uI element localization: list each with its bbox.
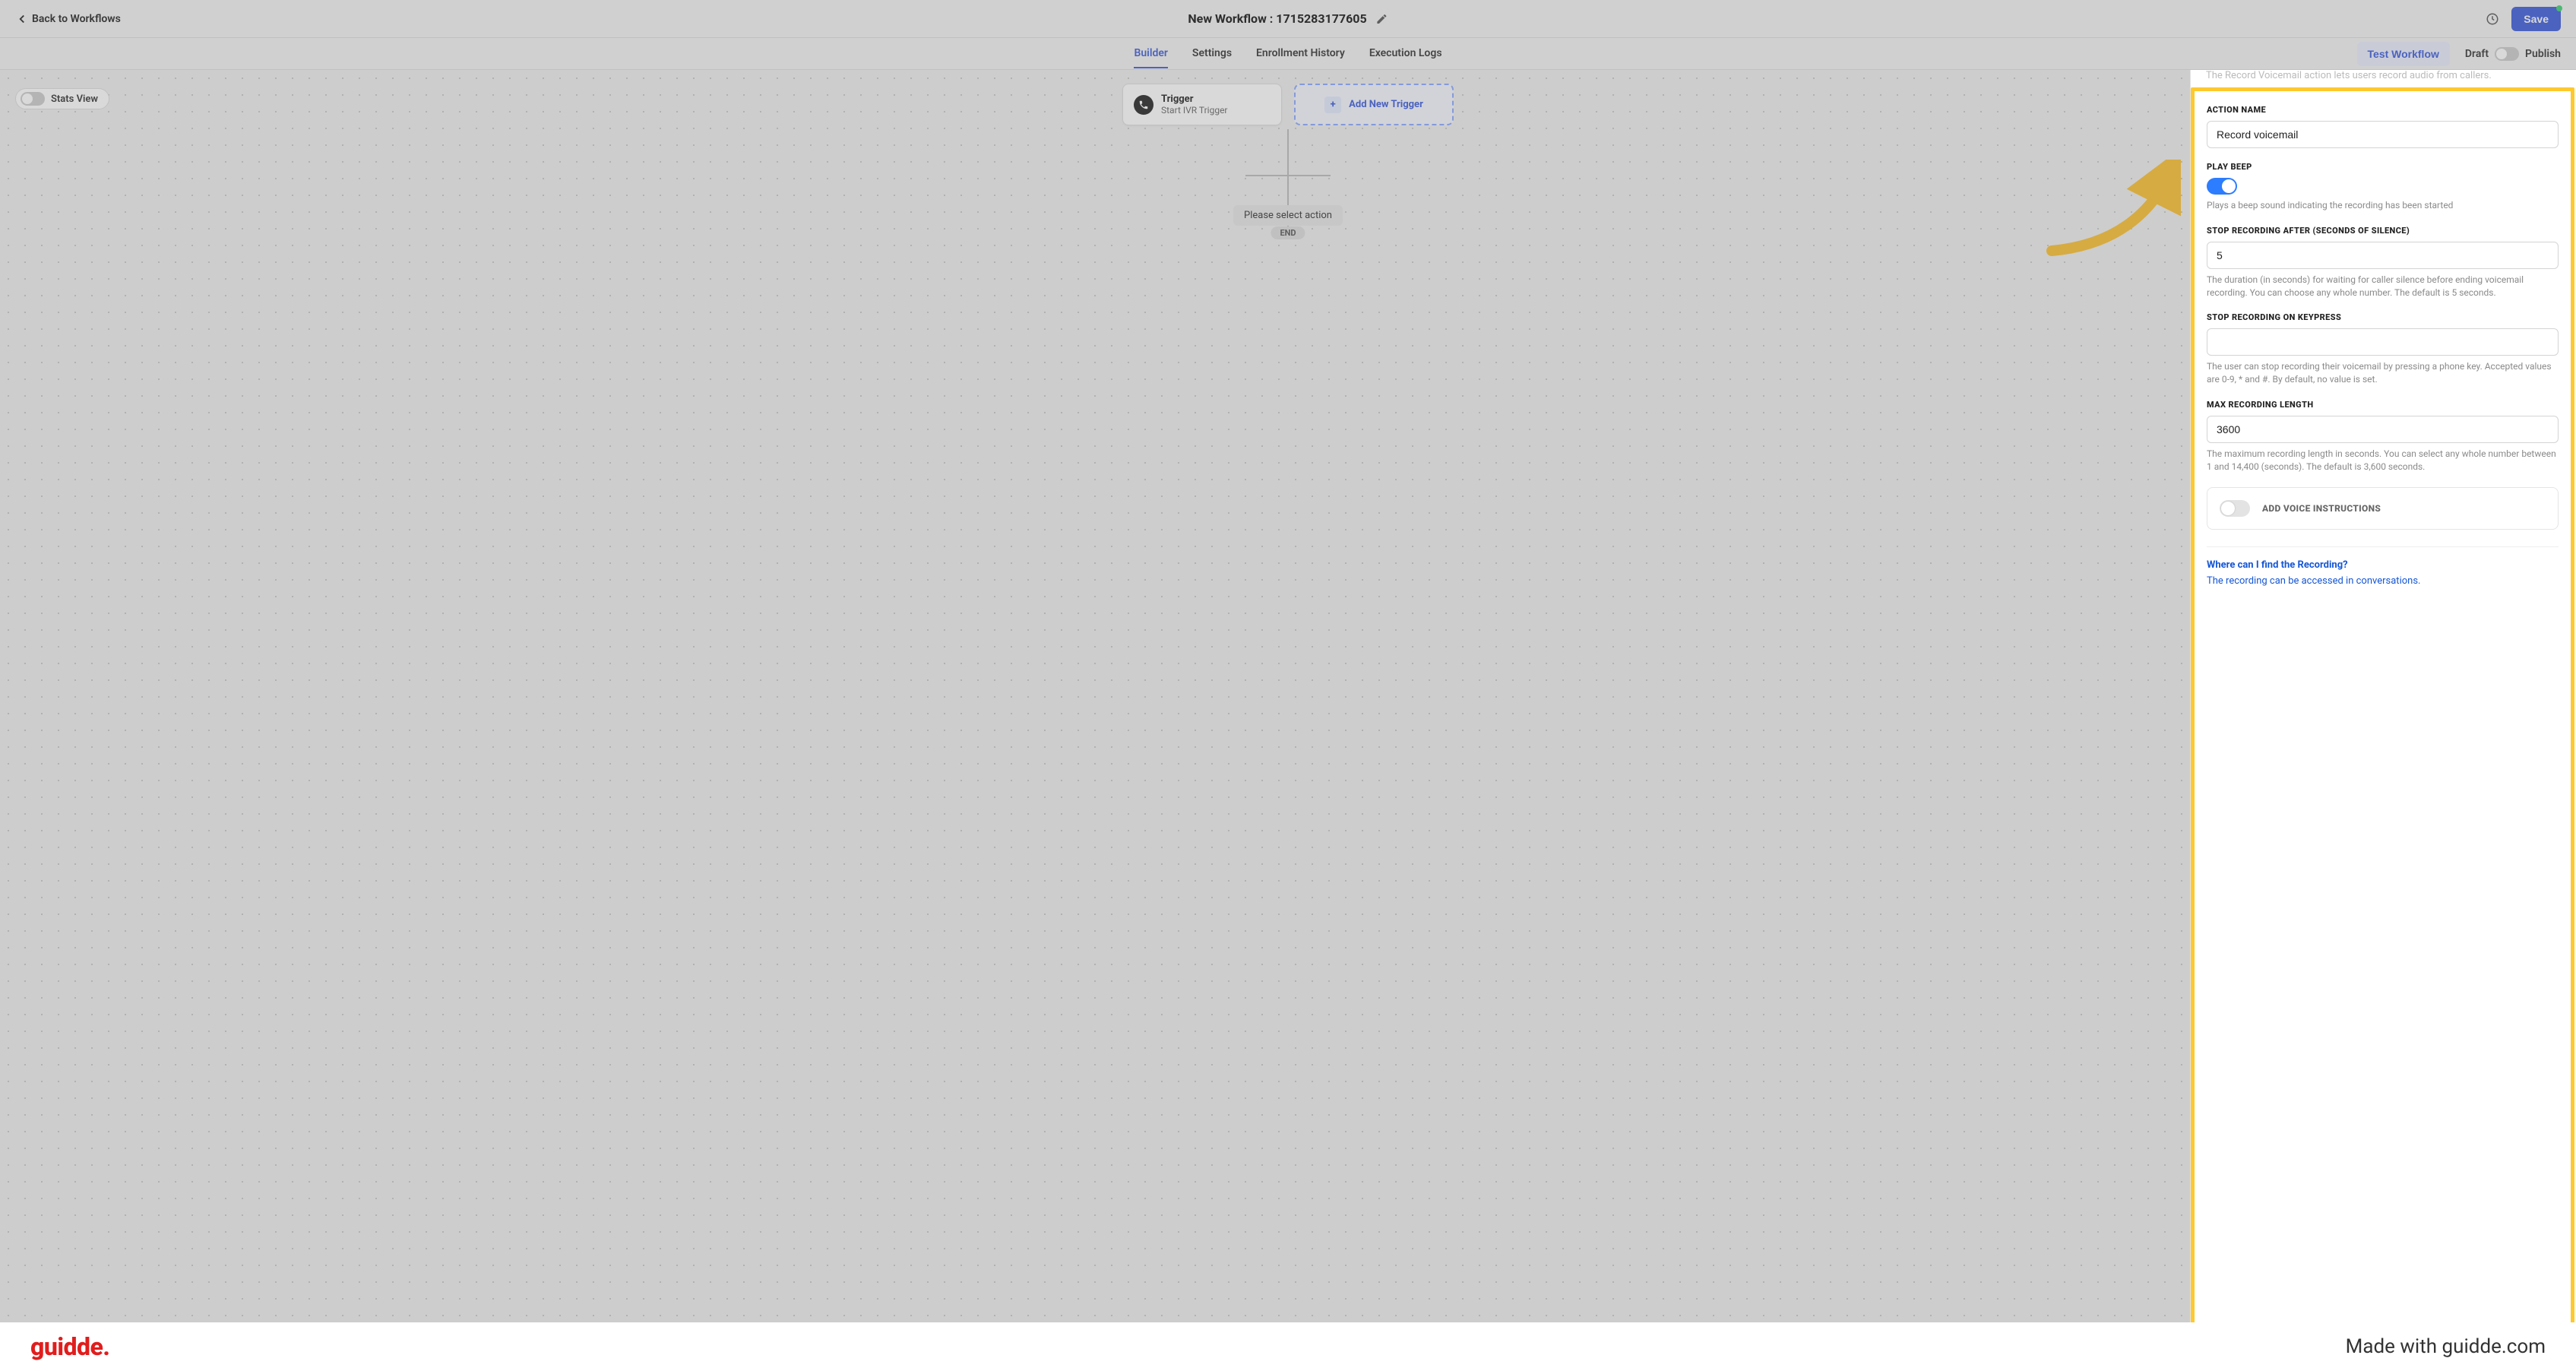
subnav-right: Test Workflow Draft Publish xyxy=(2357,42,2561,66)
tab-execution-logs[interactable]: Execution Logs xyxy=(1369,40,1442,68)
chevron-left-icon xyxy=(15,12,29,26)
topbar-right: Save xyxy=(2486,7,2561,31)
stop-keypress-label: STOP RECORDING ON KEYPRESS xyxy=(2207,312,2559,322)
play-beep-label: PLAY BEEP xyxy=(2207,162,2559,172)
tab-enrollment-history[interactable]: Enrollment History xyxy=(1256,40,1345,68)
trigger-subtitle: Start IVR Trigger xyxy=(1161,105,1228,116)
connector-horizontal xyxy=(1245,175,1331,176)
voice-instructions-box: ADD VOICE INSTRUCTIONS xyxy=(2207,487,2559,530)
field-max-length: MAX RECORDING LENGTH The maximum recordi… xyxy=(2207,400,2559,473)
footer-bar: guidde. Made with guidde.com xyxy=(0,1322,2576,1371)
panel-footnote: Where can I find the Recording? The reco… xyxy=(2207,546,2559,587)
field-play-beep: PLAY BEEP Plays a beep sound indicating … xyxy=(2207,162,2559,212)
stats-view-label: Stats View xyxy=(51,93,98,105)
select-action-placeholder[interactable]: Please select action xyxy=(1233,205,1343,226)
field-stop-keypress: STOP RECORDING ON KEYPRESS The user can … xyxy=(2207,312,2559,386)
back-to-workflows-link[interactable]: Back to Workflows xyxy=(15,12,121,26)
topbar: Back to Workflows New Workflow : 1715283… xyxy=(0,0,2576,38)
save-button[interactable]: Save xyxy=(2511,7,2561,31)
voice-instructions-label: ADD VOICE INSTRUCTIONS xyxy=(2262,503,2381,514)
stop-keypress-help: The user can stop recording their voicem… xyxy=(2207,360,2559,386)
action-name-input[interactable] xyxy=(2207,121,2559,148)
stop-after-input[interactable] xyxy=(2207,242,2559,269)
panel-highlight: ACTION NAME PLAY BEEP Plays a beep sound… xyxy=(2191,87,2574,1337)
add-new-trigger-button[interactable]: + Add New Trigger xyxy=(1294,84,1454,125)
voice-instructions-toggle[interactable] xyxy=(2220,500,2250,517)
trigger-texts: Trigger Start IVR Trigger xyxy=(1161,93,1228,116)
pencil-icon[interactable] xyxy=(1376,13,1388,25)
stats-view-toggle[interactable] xyxy=(21,92,45,106)
action-side-panel: The Record Voicemail action lets users r… xyxy=(2190,70,2576,1322)
phone-icon xyxy=(1134,95,1154,115)
footnote-question[interactable]: Where can I find the Recording? xyxy=(2207,559,2559,571)
history-icon[interactable] xyxy=(2486,12,2499,26)
tab-settings[interactable]: Settings xyxy=(1192,40,1232,68)
end-node: END xyxy=(1271,226,1305,239)
max-length-help: The maximum recording length in seconds.… xyxy=(2207,448,2559,473)
add-trigger-label: Add New Trigger xyxy=(1349,99,1423,110)
play-beep-toggle[interactable] xyxy=(2207,178,2237,195)
guidde-logo: guidde. xyxy=(30,1332,109,1361)
trigger-row: Trigger Start IVR Trigger + Add New Trig… xyxy=(1122,84,1454,125)
made-with-text: Made with guidde.com xyxy=(2346,1335,2546,1358)
publish-wrap: Draft Publish xyxy=(2465,47,2561,61)
tab-builder[interactable]: Builder xyxy=(1134,40,1167,68)
subnav: Builder Settings Enrollment History Exec… xyxy=(0,38,2576,70)
plus-icon: + xyxy=(1324,97,1341,113)
trigger-card[interactable]: Trigger Start IVR Trigger xyxy=(1122,84,1282,125)
footnote-answer: The recording can be accessed in convers… xyxy=(2207,575,2559,587)
stop-after-label: STOP RECORDING AFTER (SECONDS OF SILENCE… xyxy=(2207,226,2559,236)
max-length-input[interactable] xyxy=(2207,416,2559,443)
arrow-annotation xyxy=(2044,160,2181,258)
trigger-title: Trigger xyxy=(1161,93,1228,105)
stop-after-help: The duration (in seconds) for waiting fo… xyxy=(2207,274,2559,299)
draft-label: Draft xyxy=(2465,48,2489,60)
panel-description: The Record Voicemail action lets users r… xyxy=(2191,70,2576,87)
play-beep-help: Plays a beep sound indicating the record… xyxy=(2207,199,2559,212)
tabs: Builder Settings Enrollment History Exec… xyxy=(1134,40,1441,68)
test-workflow-button[interactable]: Test Workflow xyxy=(2357,42,2450,66)
stop-keypress-input[interactable] xyxy=(2207,328,2559,356)
publish-label: Publish xyxy=(2525,48,2561,60)
field-stop-after: STOP RECORDING AFTER (SECONDS OF SILENCE… xyxy=(2207,226,2559,299)
back-label: Back to Workflows xyxy=(32,13,121,25)
action-name-label: ACTION NAME xyxy=(2207,105,2559,115)
publish-toggle[interactable] xyxy=(2495,47,2519,61)
workflow-title: New Workflow : 1715283177605 xyxy=(1188,11,1366,26)
max-length-label: MAX RECORDING LENGTH xyxy=(2207,400,2559,410)
stats-view-pill[interactable]: Stats View xyxy=(15,88,109,109)
title-wrap: New Workflow : 1715283177605 xyxy=(1188,11,1388,26)
field-action-name: ACTION NAME xyxy=(2207,105,2559,148)
